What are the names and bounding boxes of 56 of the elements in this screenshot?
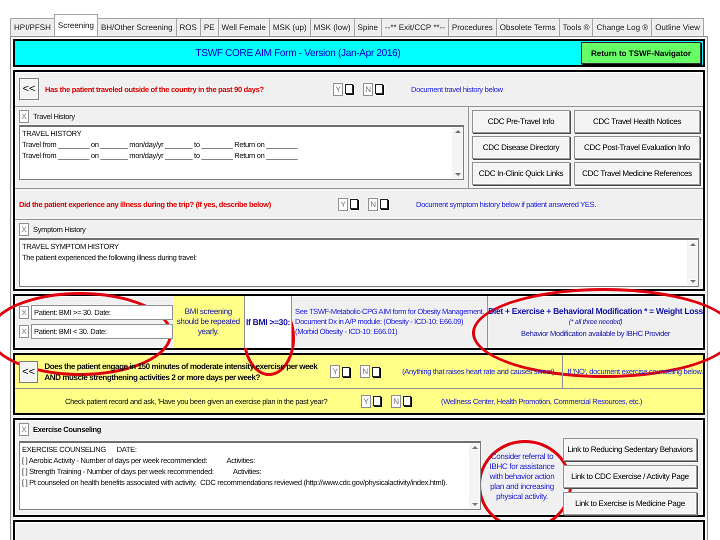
no-checkbox[interactable] [375,84,383,94]
yes-checkbox[interactable] [350,199,358,209]
yes-label: Y [361,394,371,408]
link-button[interactable]: CDC Disease Directory [472,136,570,159]
back-button[interactable]: << [19,78,39,100]
back-button[interactable]: << [19,360,38,382]
scroll-down-icon[interactable] [690,280,696,283]
no-checkbox[interactable] [403,396,411,406]
scrollbar[interactable] [452,127,463,179]
scrollbar[interactable] [469,443,480,509]
scroll-down-icon[interactable] [454,173,460,176]
scroll-up-icon[interactable] [454,130,460,133]
form-tab[interactable]: Obsolete Terms [496,18,560,36]
yes-checkbox[interactable] [345,84,353,94]
scrollbar[interactable] [687,240,698,286]
link-button[interactable]: CDC Pre-Travel Info [472,110,570,133]
navigator-button[interactable]: Return to TSWF-Navigator [581,42,701,64]
yes-checkbox[interactable] [373,396,381,406]
scroll-up-icon[interactable] [472,446,478,449]
form-tab[interactable]: Procedures [448,18,497,36]
form-tab[interactable]: MSK (up) [268,18,311,36]
form-tab[interactable]: BH/Other Screening [96,18,177,36]
no-label: N [360,365,370,378]
referral-note: Consider referral to IBHC for assistance with behavior action plan and increasing physical activity. [488,452,556,502]
form-tab[interactable]: PE [200,18,219,36]
link-button[interactable]: Link to CDC Exercise / Activity Page [563,465,697,488]
bmi-condition: If BMI >=30: [244,296,292,348]
no-label: N [363,82,373,96]
scroll-up-icon[interactable] [690,243,696,246]
text-area[interactable] [19,441,481,510]
form-tab[interactable]: Outline View [651,18,704,36]
no-checkbox[interactable] [372,366,380,376]
form-tab[interactable]: ROS [176,18,201,36]
link-button[interactable]: CDC In-Clinic Quick Links [472,162,570,185]
form-tab[interactable]: HPI/PFSH [10,18,55,36]
link-button[interactable]: Link to Exercise is Medicine Page [563,492,697,515]
no-checkbox[interactable] [380,199,388,209]
yes-checkbox[interactable] [342,366,350,376]
screening-note: BMI screening should be repeated yearly. [172,296,244,348]
yes-label: Y [333,82,343,96]
form-tab[interactable]: MSK (low) [310,18,355,36]
form-tab[interactable]: Spine [354,18,382,36]
yes-label: Y [338,198,348,210]
link-button[interactable]: CDC Post-Travel Evaluation Info [574,136,700,159]
form-tab[interactable]: --** Exit/CCP **-- [381,18,449,36]
form-tab[interactable]: Well Female [218,18,270,36]
no-label: N [391,394,401,408]
form-title: TSWF CORE AIM Form - Version (Jan-Apr 2016) [194,48,402,58]
form-tab[interactable]: Change Log ® [592,18,652,36]
form-tab[interactable]: Tools ® [558,18,594,36]
no-label: N [368,198,378,210]
scroll-down-icon[interactable] [472,503,478,506]
link-button[interactable]: CDC Travel Health Notices [574,110,700,133]
link-button[interactable]: CDC Travel Medicine References [574,162,700,185]
yes-label: Y [330,365,340,378]
link-button[interactable]: Link to Reducing Sedentary Behaviors [563,438,697,461]
